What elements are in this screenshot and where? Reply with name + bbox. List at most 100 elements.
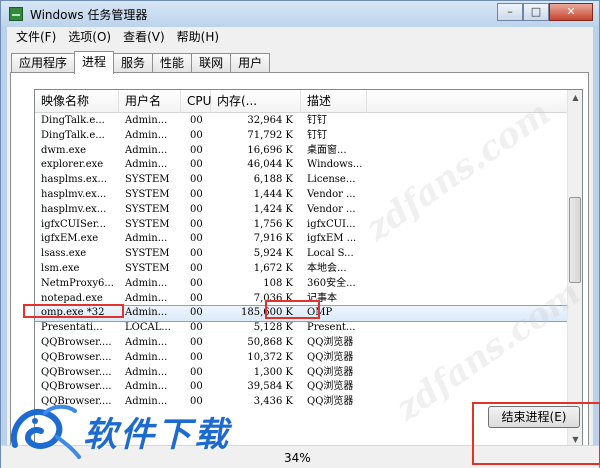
process-image-name: QQBrowser.... [41, 366, 112, 378]
process-description: 本地会... [307, 262, 347, 274]
scroll-thumb[interactable] [569, 197, 581, 283]
process-row[interactable]: QQBrowser.... Admin... 00 39,584 K QQ浏览器 [35, 380, 569, 395]
process-image-name: QQBrowser.... [41, 381, 112, 393]
process-row[interactable]: omp.exe *32 Admin... 00 185,600 K OMP [35, 305, 570, 323]
process-image-name: hasplmv.ex... [41, 203, 107, 215]
col-username[interactable]: 用户名 [119, 90, 181, 113]
process-row[interactable]: lsm.exe SYSTEM 00 1,672 K 本地会... [35, 262, 569, 277]
process-cpu: 00 [190, 115, 203, 126]
process-row[interactable]: QQBrowser.... Admin... 00 10,372 K QQ浏览器 [35, 351, 569, 366]
site-logo: 软件下载 [5, 397, 245, 465]
process-cpu: 00 [190, 159, 203, 171]
process-description: Windows... [307, 159, 363, 171]
maximize-button[interactable]: □ [523, 3, 549, 21]
process-cpu: 00 [190, 307, 203, 319]
process-username: Admin... [125, 144, 168, 156]
process-cpu: 00 [190, 174, 203, 186]
process-memory: 39,584 K [247, 381, 293, 393]
process-image-name: lsm.exe [41, 262, 80, 274]
process-cpu: 00 [190, 233, 203, 245]
process-row[interactable]: QQBrowser.... Admin... 00 50,868 K QQ浏览器 [35, 336, 569, 351]
scroll-up-icon[interactable]: ▲ [568, 90, 582, 106]
process-cpu: 00 [190, 277, 203, 289]
process-image-name: omp.exe *32 [41, 307, 105, 319]
process-memory: 185,600 K [240, 307, 293, 319]
process-cpu: 00 [190, 322, 203, 334]
minimize-button[interactable]: – [497, 3, 523, 21]
process-row[interactable]: dwm.exe Admin... 00 16,696 K 桌面窗... [35, 144, 569, 159]
process-memory: 1,444 K [253, 188, 293, 200]
process-memory: 32,964 K [247, 115, 293, 126]
process-row[interactable]: notepad.exe Admin... 00 7,036 K 记事本 [35, 292, 569, 307]
process-row[interactable]: igfxEM.exe Admin... 00 7,916 K igfxEM ... [35, 232, 569, 247]
process-cpu: 00 [190, 188, 203, 200]
process-description: QQ浏览器 [307, 381, 354, 393]
tab-performance[interactable]: 性能 [152, 53, 193, 73]
process-row[interactable]: hasplms.ex... SYSTEM 00 6,188 K License... [35, 173, 569, 188]
process-cpu: 00 [190, 351, 203, 363]
column-header: 映像名称 用户名 CPU 内存(... 描述 [35, 90, 582, 113]
process-image-name: lsass.exe [41, 248, 87, 260]
process-row[interactable]: QQBrowser.... Admin... 00 1,300 K QQ浏览器 [35, 366, 569, 381]
process-username: Admin... [125, 381, 168, 393]
process-description: 钉钉 [307, 129, 327, 141]
process-cpu: 00 [190, 336, 203, 348]
process-row[interactable]: Presentati... LOCAL... 00 5,128 K Present... [35, 321, 569, 336]
process-cpu: 00 [190, 203, 203, 215]
tab-strip: 应用程序 进程 服务 性能 联网 用户 [11, 51, 271, 74]
process-cpu: 00 [190, 366, 203, 378]
process-row[interactable]: DingTalk.e... Admin... 00 32,964 K 钉钉 [35, 114, 569, 129]
title-bar[interactable]: Windows 任务管理器 – □ ✕ [1, 1, 599, 27]
menu-view[interactable]: 查看(V) [117, 27, 171, 47]
process-list[interactable]: 映像名称 用户名 CPU 内存(... 描述 DingTalk.e... Admi… [34, 89, 583, 449]
process-row[interactable]: lsass.exe SYSTEM 00 5,924 K Local S... [35, 247, 569, 262]
process-row[interactable]: igfxCUISer... SYSTEM 00 1,756 K igfxCUI... [35, 218, 569, 233]
window-title: Windows 任务管理器 [30, 7, 148, 22]
tab-services[interactable]: 服务 [113, 53, 154, 73]
tab-networking[interactable]: 联网 [191, 53, 232, 73]
process-row[interactable]: DingTalk.e... Admin... 00 71,792 K 钉钉 [35, 129, 569, 144]
process-row[interactable]: NetmProxy6... Admin... 00 108 K 360安全... [35, 277, 569, 292]
close-button[interactable]: ✕ [549, 3, 593, 21]
process-memory: 50,868 K [247, 336, 293, 348]
process-cpu: 00 [190, 218, 203, 230]
menu-options[interactable]: 选项(O) [62, 27, 117, 47]
process-username: SYSTEM [125, 262, 170, 274]
window-controls: – □ ✕ [497, 3, 593, 21]
process-description: Present... [307, 322, 356, 334]
process-row[interactable]: hasplmv.ex... SYSTEM 00 1,444 K Vendor ... [35, 188, 569, 203]
vertical-scrollbar[interactable]: ▲ ▼ [567, 90, 582, 448]
process-username: Admin... [125, 129, 168, 141]
process-description: QQ浏览器 [307, 366, 354, 378]
menu-file[interactable]: 文件(F) [10, 27, 62, 47]
menu-help[interactable]: 帮助(H) [171, 27, 225, 47]
process-image-name: igfxCUISer... [41, 218, 106, 230]
process-description: QQ浏览器 [307, 396, 354, 408]
col-memory[interactable]: 内存(... [211, 90, 301, 113]
process-cpu: 00 [190, 248, 203, 260]
tab-applications[interactable]: 应用程序 [11, 53, 76, 73]
process-row[interactable]: explorer.exe Admin... 00 46,044 K Windows... [35, 158, 569, 173]
process-memory: 10,372 K [247, 351, 293, 363]
tab-users[interactable]: 用户 [230, 53, 271, 73]
col-description[interactable]: 描述 [301, 90, 367, 113]
process-username: SYSTEM [125, 174, 170, 186]
process-image-name: DingTalk.e... [41, 115, 105, 126]
process-username: Admin... [125, 115, 168, 126]
col-cpu[interactable]: CPU [181, 90, 211, 113]
col-image-name[interactable]: 映像名称 [35, 90, 119, 113]
end-process-button[interactable]: 结束进程(E) [488, 406, 580, 428]
process-memory: 1,424 K [253, 203, 293, 215]
process-memory: 1,300 K [253, 366, 293, 378]
process-memory: 7,916 K [253, 233, 293, 245]
dragon-logo-icon [10, 404, 81, 459]
process-image-name: hasplms.ex... [41, 174, 108, 186]
process-image-name: explorer.exe [41, 159, 104, 171]
process-cpu: 00 [190, 262, 203, 274]
tab-processes[interactable]: 进程 [74, 51, 115, 74]
task-manager-icon [9, 7, 23, 21]
process-description: 桌面窗... [307, 144, 347, 156]
process-cpu: 00 [190, 129, 203, 141]
process-row[interactable]: hasplmv.ex... SYSTEM 00 1,424 K Vendor ... [35, 203, 569, 218]
menu-bar: 文件(F) 选项(O) 查看(V) 帮助(H) [7, 27, 593, 47]
